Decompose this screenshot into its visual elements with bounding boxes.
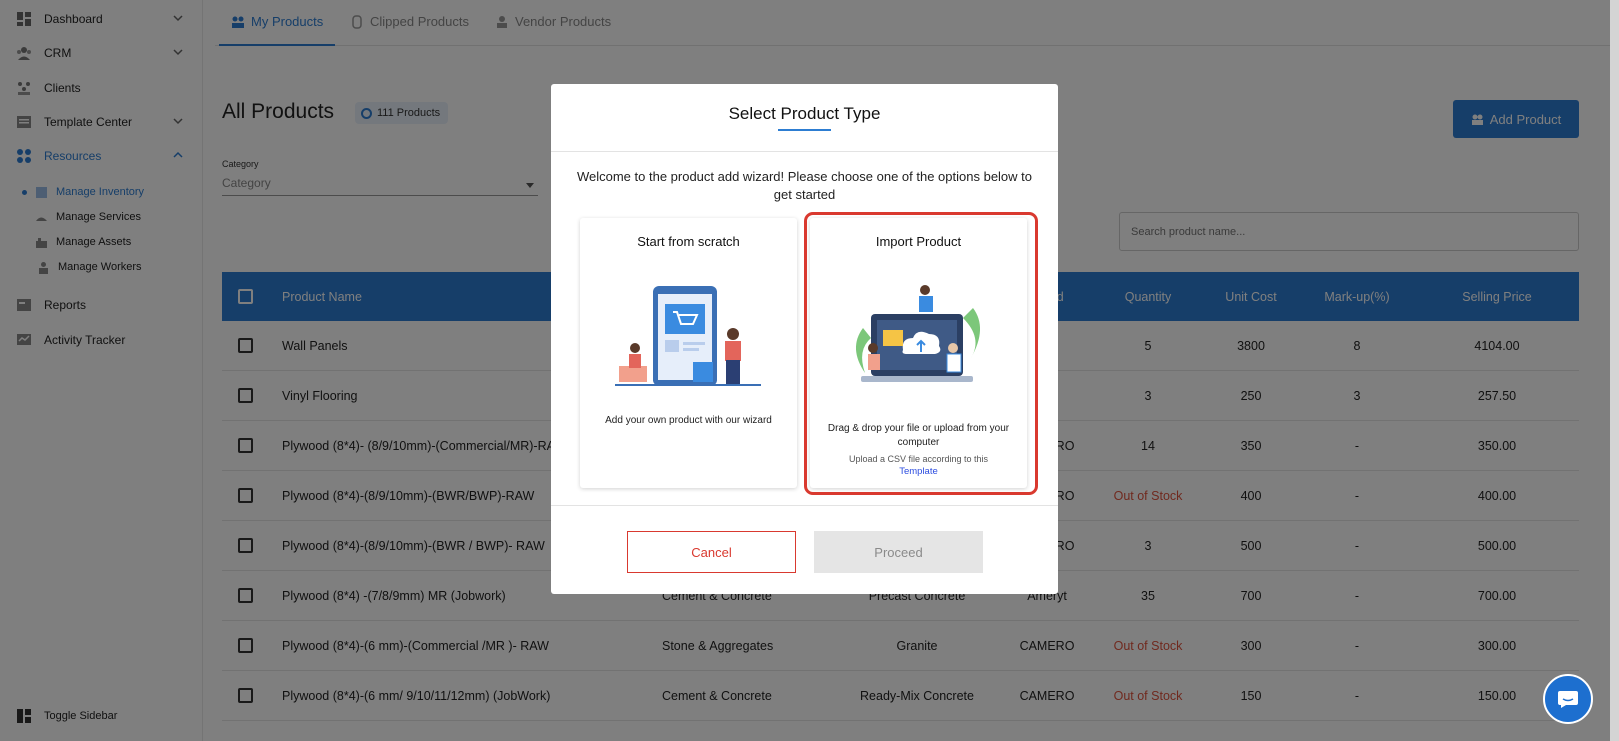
start-from-scratch-card[interactable]: Start from scratch Add your own product … (580, 218, 797, 488)
select-product-type-dialog: Select Product Type Welcome to the produ… (551, 84, 1058, 594)
chat-icon (1558, 691, 1578, 708)
selected-card-outline (804, 212, 1038, 495)
proceed-button[interactable]: Proceed (814, 531, 983, 573)
dialog-title: Select Product Type (728, 104, 881, 123)
chat-support-button[interactable] (1543, 674, 1593, 724)
cancel-button[interactable]: Cancel (627, 531, 796, 573)
title-underline (778, 129, 831, 131)
divider (551, 505, 1058, 506)
online-shopping-illustration (615, 286, 761, 386)
welcome-text: Welcome to the product add wizard! Pleas… (576, 169, 1033, 202)
scrollbar[interactable] (1610, 0, 1619, 741)
card-description: Add your own product with our wizard (605, 415, 772, 426)
card-title: Start from scratch (637, 234, 740, 249)
divider (551, 151, 1058, 152)
